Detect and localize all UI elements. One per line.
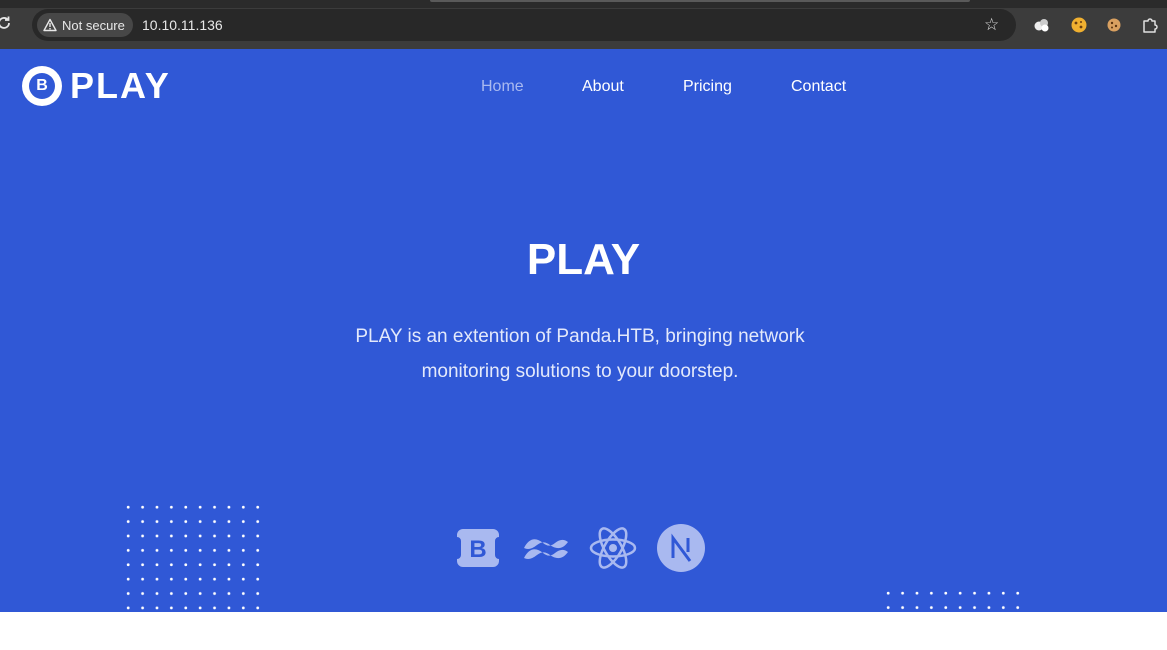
landing-page: B PLAY Home About Pricing Contact PLAY P… (0, 49, 1167, 612)
bootstrap-icon: B (453, 523, 503, 573)
nextjs-icon (656, 523, 706, 573)
url-text[interactable]: 10.10.11.136 (142, 9, 223, 41)
hero-description: PLAY is an extention of Panda.HTB, bring… (355, 326, 805, 382)
security-label: Not secure (62, 17, 125, 33)
hero-title: PLAY (526, 235, 641, 284)
warning-icon (43, 18, 57, 32)
nav-about[interactable]: About (582, 77, 624, 97)
puzzle-icon[interactable] (1141, 16, 1159, 34)
logo-mark: B (22, 66, 62, 106)
nav-pricing[interactable]: Pricing (683, 77, 732, 97)
cookie-icon[interactable] (1105, 16, 1123, 34)
logo-letter: B (29, 73, 55, 99)
browser-toolbar: Not secure 10.10.11.136 ☆ (0, 0, 1167, 49)
address-bar[interactable]: Not secure 10.10.11.136 ☆ (32, 9, 1016, 41)
active-tab-edge (430, 0, 970, 2)
nav-contact[interactable]: Contact (791, 77, 846, 97)
tailwind-icon (521, 523, 571, 573)
svg-text:B: B (469, 536, 486, 563)
security-chip[interactable]: Not secure (37, 13, 133, 37)
star-icon[interactable]: ☆ (984, 16, 1002, 34)
reload-icon[interactable] (0, 15, 14, 33)
cookie-editor-icon[interactable] (1070, 16, 1088, 34)
site-logo[interactable]: B PLAY (22, 66, 171, 106)
nav-home[interactable]: Home (481, 77, 524, 97)
tech-icons: B (453, 523, 713, 573)
decorative-dots (881, 586, 1026, 612)
extension-icon[interactable] (1033, 16, 1051, 34)
decorative-dots (121, 500, 266, 612)
logo-text: PLAY (70, 65, 171, 106)
react-icon (588, 523, 638, 573)
